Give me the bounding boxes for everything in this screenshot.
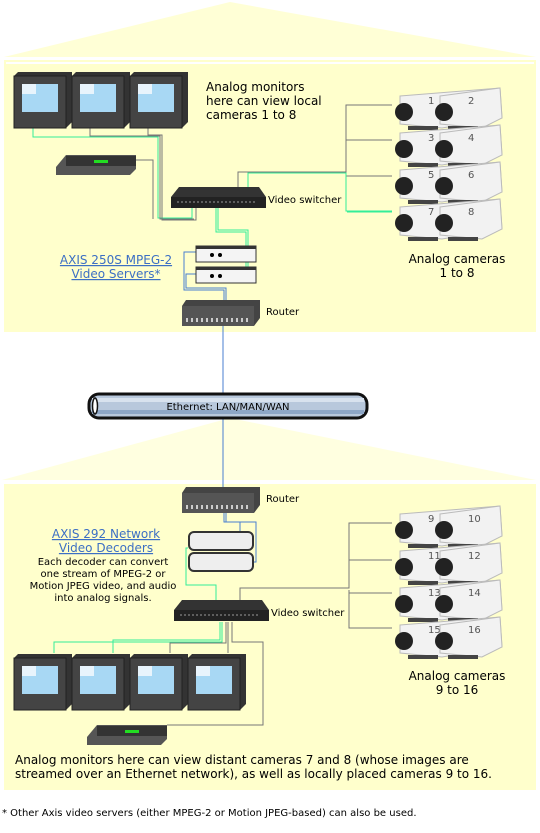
video-decoders-link-line1[interactable]: AXIS 292 Network bbox=[52, 527, 160, 541]
camera-number: 12 bbox=[468, 551, 481, 562]
ethernet-backbone: Ethernet: LAN/MAN/WAN bbox=[87, 392, 369, 420]
top-cameras-label-2: 1 to 8 bbox=[440, 266, 475, 280]
analog-monitor-icon bbox=[71, 72, 130, 129]
top-router-label: Router bbox=[266, 307, 300, 318]
analog-monitor-icon bbox=[71, 654, 130, 711]
video-servers-link-line1[interactable]: AXIS 250S MPEG-2 bbox=[60, 253, 172, 267]
camera-number: 7 bbox=[428, 207, 434, 218]
camera-number: 2 bbox=[468, 96, 474, 107]
camera-number: 4 bbox=[468, 133, 474, 144]
camera-number: 5 bbox=[428, 170, 434, 181]
camera-number: 6 bbox=[468, 170, 474, 181]
camera-number: 10 bbox=[468, 514, 481, 525]
router-icon bbox=[182, 487, 260, 513]
video-servers-link[interactable]: AXIS 250S MPEG-2 Video Servers* bbox=[60, 253, 172, 281]
camera-number: 3 bbox=[428, 133, 434, 144]
top-monitors bbox=[13, 72, 188, 129]
analog-monitor-icon bbox=[13, 654, 72, 711]
bottom-monitors-caption-1: Analog monitors here can view distant ca… bbox=[15, 753, 469, 767]
top-cameras: 1 2 3 4 5 6 7 8 bbox=[395, 87, 503, 241]
bottom-cameras: 9 1011 1213 1415 16 bbox=[395, 505, 503, 659]
camera-number: 1 bbox=[428, 96, 434, 107]
network-diagram: Ethernet: LAN/MAN/WAN 1 23 45 67 8 9 1011 1213… bbox=[2, 2, 536, 819]
router-icon bbox=[182, 300, 260, 326]
decoders-desc-2: one stream of MPEG-2 or bbox=[41, 569, 167, 580]
bottom-cameras-label-2: 9 to 16 bbox=[436, 683, 479, 697]
analog-monitor-icon bbox=[129, 72, 188, 129]
analog-monitor-icon bbox=[129, 654, 188, 711]
video-switcher-icon bbox=[174, 600, 269, 621]
video-decoders-link[interactable]: AXIS 292 Network Video Decoders bbox=[52, 527, 160, 555]
decoders-desc-3: Motion JPEG video, and audio bbox=[30, 581, 177, 592]
top-switcher-label: Video switcher bbox=[268, 195, 342, 206]
analog-monitor-icon bbox=[187, 654, 246, 711]
bottom-monitors bbox=[13, 654, 246, 711]
bottom-cameras-label-1: Analog cameras bbox=[409, 669, 506, 683]
bottom-monitors-caption-2: streamed over an Ethernet network), as w… bbox=[15, 767, 492, 781]
top-monitors-label-3: cameras 1 to 8 bbox=[206, 108, 296, 122]
video-switcher-icon bbox=[171, 187, 266, 208]
video-decoders-link-line2[interactable]: Video Decoders bbox=[59, 541, 153, 555]
video-servers-link-line2[interactable]: Video Servers* bbox=[71, 267, 160, 281]
keyboard-controller-icon bbox=[87, 725, 167, 745]
decoders-desc-4: into analog signals. bbox=[54, 593, 151, 604]
camera-number: 14 bbox=[468, 588, 481, 599]
camera-number: 16 bbox=[468, 625, 481, 636]
top-cameras-label-1: Analog cameras bbox=[409, 252, 506, 266]
keyboard-controller-icon bbox=[56, 155, 136, 175]
camera-number: 8 bbox=[468, 207, 474, 218]
bottom-router-label: Router bbox=[266, 494, 300, 505]
footnote: * Other Axis video servers (either MPEG-… bbox=[2, 808, 417, 819]
analog-monitor-icon bbox=[13, 72, 72, 129]
top-monitors-label-2: here can view local bbox=[206, 94, 322, 108]
decoders-desc-1: Each decoder can convert bbox=[38, 557, 169, 568]
camera-number: 9 bbox=[428, 514, 434, 525]
bottom-switcher-label: Video switcher bbox=[271, 608, 345, 619]
top-monitors-label-1: Analog monitors bbox=[206, 80, 304, 94]
ethernet-label: Ethernet: LAN/MAN/WAN bbox=[166, 402, 289, 413]
